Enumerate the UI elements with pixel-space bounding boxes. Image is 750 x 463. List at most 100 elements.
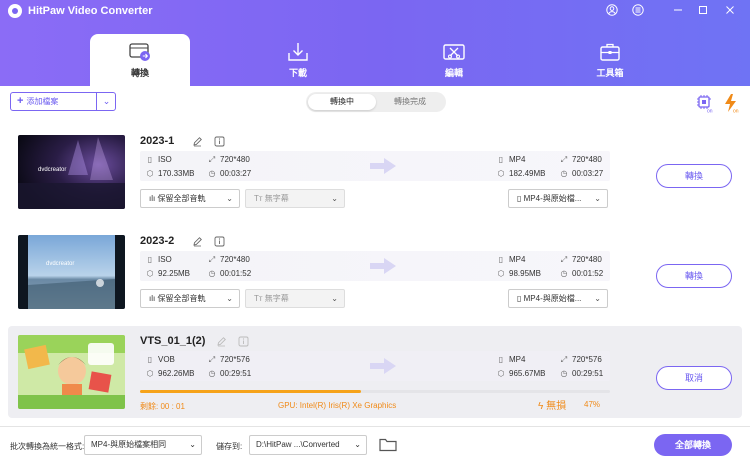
file-name: 2023-2 — [140, 235, 175, 247]
source-size: ⬡ 170.33MB — [146, 169, 195, 178]
video-thumbnail[interactable]: dvdcreator — [18, 235, 125, 309]
source-resolution: ⤢ 720*576 — [208, 355, 250, 364]
source-format: ▯ VOB — [145, 355, 175, 364]
subtitle-select[interactable]: Tт 無字幕 ⌄ — [245, 189, 345, 208]
file-icon: ▯ — [498, 155, 504, 164]
source-size: ⬡ 962.26MB — [146, 369, 195, 378]
info-icon[interactable] — [214, 236, 225, 247]
chevron-down-icon: ⌄ — [226, 194, 233, 203]
progress-fill — [140, 390, 361, 393]
video-thumbnail[interactable]: dvdcreator — [18, 135, 125, 209]
chevron-down-icon: ⌄ — [189, 440, 196, 449]
status-segmented-control: 轉換中 轉換完成 — [306, 92, 446, 112]
source-format: ▯ ISO — [145, 255, 172, 264]
rename-pencil-icon[interactable] — [192, 236, 203, 247]
tab-edit[interactable]: 編輯 — [404, 34, 504, 86]
box-icon: ⬡ — [497, 369, 505, 378]
tab-label: 下載 — [288, 68, 307, 78]
tab-convert[interactable]: 轉換 — [90, 34, 190, 86]
chevron-down-icon: ⌄ — [594, 194, 601, 203]
target-format: ▯ MP4 — [496, 155, 526, 164]
tab-label: 轉換 — [130, 68, 149, 78]
convert-all-button[interactable]: 全部轉換 — [654, 434, 732, 456]
add-file-main[interactable]: + 添加檔案 — [11, 93, 96, 110]
lightning-mode-icon[interactable]: on — [722, 93, 742, 115]
target-duration: ◷ 00:29:51 — [560, 369, 604, 378]
info-icon[interactable] — [214, 136, 225, 147]
svg-text:dvdcreator: dvdcreator — [38, 167, 66, 173]
target-duration: ◷ 00:03:27 — [560, 169, 604, 178]
file-row: dvdcreator 2023-1 ▯ ISO ⬡ 170.33MB ⤢ 720*48… — [8, 126, 742, 218]
clock-icon: ◷ — [208, 269, 216, 278]
arrow-right-icon — [370, 258, 396, 274]
box-icon: ⬡ — [497, 269, 505, 278]
audio-track-select[interactable]: ılı 保留全部音軌 ⌄ — [140, 189, 240, 208]
svg-text:on: on — [733, 109, 739, 114]
rename-pencil-icon[interactable] — [192, 136, 203, 147]
source-duration: ◷ 00:01:52 — [208, 269, 252, 278]
target-format: ▯ MP4 — [496, 355, 526, 364]
arrow-right-icon — [370, 358, 396, 374]
tab-toolbox[interactable]: 工具箱 — [560, 34, 660, 86]
box-icon: ⬡ — [146, 269, 154, 278]
output-format-select[interactable]: ▯ MP4-與原始檔... ⌄ — [508, 189, 608, 208]
toolbox-icon — [598, 41, 622, 63]
target-format: ▯ MP4 — [496, 255, 526, 264]
clock-icon: ◷ — [560, 369, 568, 378]
video-thumbnail[interactable] — [18, 335, 125, 409]
target-resolution: ⤢ 720*480 — [560, 255, 602, 264]
subtitle-icon: Tт — [254, 294, 265, 303]
file-icon: ▯ — [517, 294, 524, 303]
plus-icon: + — [17, 95, 24, 107]
source-size: ⬡ 92.25MB — [146, 269, 191, 278]
edit-icon — [442, 41, 466, 63]
folder-icon[interactable] — [379, 437, 397, 452]
chevron-down-icon: ⌄ — [331, 294, 338, 303]
time-remaining: 剩餘: 00 : 01 — [140, 402, 185, 411]
segment-converting[interactable]: 轉換中 — [308, 94, 376, 110]
source-duration: ◷ 00:03:27 — [208, 169, 252, 178]
chevron-down-icon: ⌄ — [226, 294, 233, 303]
file-row-converting: VTS_01_1(2) ▯ VOB ⬡ 962.26MB ⤢ 720*576 ◷ 00:… — [8, 326, 742, 418]
target-duration: ◷ 00:01:52 — [560, 269, 604, 278]
resize-icon: ⤢ — [560, 155, 568, 164]
tab-label: 工具箱 — [596, 68, 624, 78]
download-icon — [286, 41, 310, 63]
add-file-button[interactable]: + 添加檔案 ⌄ — [10, 92, 116, 111]
gpu-info: GPU: Intel(R) Iris(R) Xe Graphics — [278, 401, 397, 410]
segment-finished[interactable]: 轉換完成 — [376, 94, 444, 110]
resize-icon: ⤢ — [208, 155, 216, 164]
convert-button[interactable]: 轉換 — [656, 164, 732, 188]
box-icon: ⬡ — [497, 169, 505, 178]
tab-download[interactable]: 下載 — [248, 34, 348, 86]
output-format-select[interactable]: ▯ MP4-與原始檔... ⌄ — [508, 289, 608, 308]
audio-track-select[interactable]: ılı 保留全部音軌 ⌄ — [140, 289, 240, 308]
minimize-icon[interactable] — [670, 3, 686, 17]
file-name: VTS_01_1(2) — [140, 335, 206, 347]
target-resolution: ⤢ 720*576 — [560, 355, 602, 364]
file-row: dvdcreator 2023-2 ▯ ISO ⬡ 92.25MB ⤢ 720*480… — [8, 226, 742, 318]
cancel-button[interactable]: 取消 — [656, 366, 732, 390]
file-name: 2023-1 — [140, 135, 175, 147]
chevron-down-icon: ⌄ — [331, 194, 338, 203]
subtitle-select[interactable]: Tт 無字幕 ⌄ — [245, 289, 345, 308]
subtitle-icon: Tт — [254, 194, 265, 203]
batch-format-label: 批次轉換為統一格式: — [10, 442, 85, 451]
file-icon: ▯ — [147, 255, 153, 264]
maximize-icon[interactable] — [695, 3, 711, 17]
file-icon: ▯ — [498, 255, 504, 264]
batch-format-select[interactable]: MP4-與原始檔案相同 ⌄ — [84, 435, 202, 455]
convert-button[interactable]: 轉換 — [656, 264, 732, 288]
chevron-down-icon: ⌄ — [354, 440, 361, 449]
save-path-select[interactable]: D:\HitPaw ...\Converted ⌄ — [249, 435, 367, 455]
conversion-progress-bar — [140, 390, 610, 393]
settings-icon[interactable] — [630, 3, 646, 17]
add-file-dropdown[interactable]: ⌄ — [96, 93, 116, 110]
account-icon[interactable] — [604, 3, 620, 17]
info-icon — [238, 336, 249, 347]
hardware-acceleration-icon[interactable]: on — [695, 93, 715, 115]
close-icon[interactable] — [722, 3, 738, 17]
clock-icon: ◷ — [208, 369, 216, 378]
add-file-label: 添加檔案 — [26, 97, 59, 106]
rename-pencil-icon — [216, 336, 227, 347]
